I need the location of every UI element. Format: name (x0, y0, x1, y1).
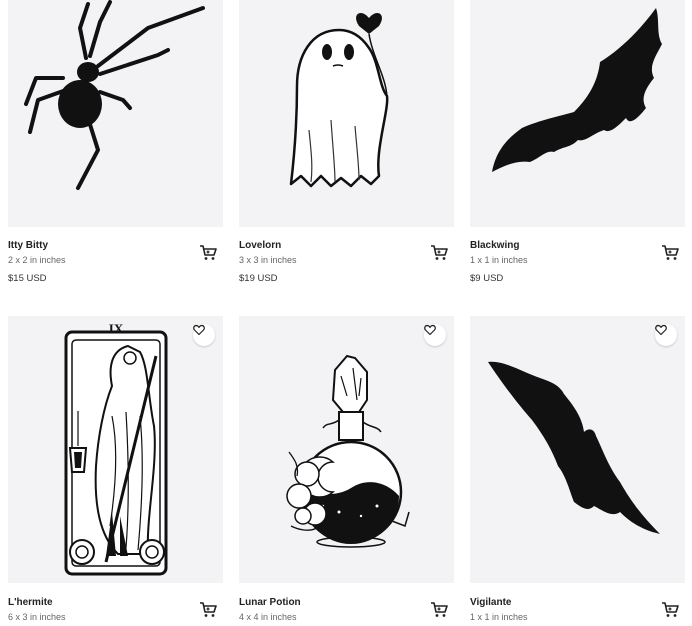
product-name[interactable]: Lovelorn (239, 240, 281, 251)
ghost-with-heart-balloon-icon (289, 12, 389, 188)
product-image[interactable] (470, 316, 685, 583)
tarot-hermit-card-icon: IX (64, 321, 168, 576)
product-image[interactable] (470, 0, 685, 227)
product-size: 1 x 1 in inches (470, 255, 528, 265)
product-size: 3 x 3 in inches (239, 255, 297, 265)
heart-outline-icon (193, 324, 205, 336)
product-size: 2 x 2 in inches (8, 255, 66, 265)
favorite-button[interactable] (193, 324, 215, 346)
product-size: 1 x 1 in inches (470, 612, 528, 622)
card-numeral: IX (109, 321, 124, 336)
shopping-cart-icon[interactable] (430, 601, 448, 619)
potion-bottle-icon (286, 354, 410, 548)
shopping-cart-icon[interactable] (199, 601, 217, 619)
bat-icon (488, 361, 660, 534)
product-size: 4 x 4 in inches (239, 612, 297, 622)
favorite-button[interactable] (655, 324, 677, 346)
product-name[interactable]: L'hermite (8, 597, 53, 608)
heart-outline-icon (655, 324, 667, 336)
product-price: $19 USD (239, 273, 278, 284)
product-price: $9 USD (470, 273, 504, 284)
product-price: $15 USD (8, 273, 47, 284)
shopping-cart-icon[interactable] (199, 244, 217, 262)
product-image[interactable] (8, 0, 223, 227)
product-name[interactable]: Blackwing (470, 240, 519, 251)
product-name[interactable]: Lunar Potion (239, 597, 301, 608)
product-image[interactable] (239, 0, 454, 227)
shopping-cart-icon[interactable] (661, 601, 679, 619)
shopping-cart-icon[interactable] (430, 244, 448, 262)
product-name[interactable]: Vigilante (470, 597, 512, 608)
favorite-button[interactable] (424, 324, 446, 346)
heart-outline-icon (424, 324, 436, 336)
product-size: 6 x 3 in inches (8, 612, 66, 622)
product-name[interactable]: Itty Bitty (8, 240, 48, 251)
product-image[interactable] (239, 316, 454, 583)
spider-icon (24, 0, 205, 190)
bat-icon (492, 8, 662, 172)
product-image[interactable]: IX (8, 316, 223, 583)
shopping-cart-icon[interactable] (661, 244, 679, 262)
